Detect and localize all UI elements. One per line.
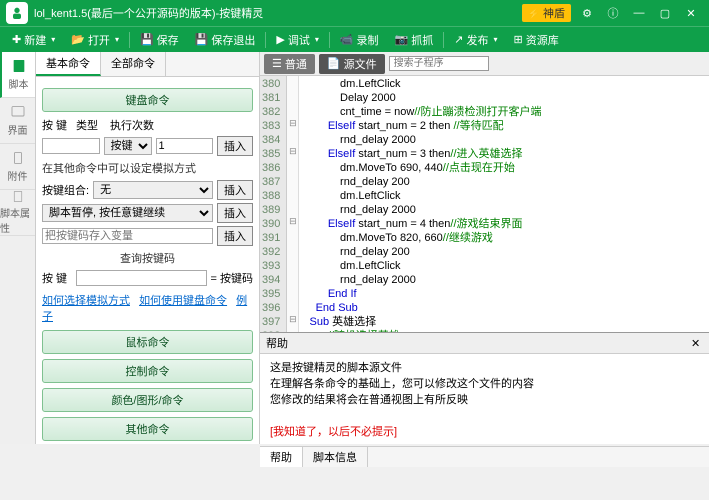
record-button[interactable]: 📹 录制 xyxy=(332,30,387,50)
help-tab-info[interactable]: 脚本信息 xyxy=(303,447,368,467)
close-button[interactable]: ✕ xyxy=(679,3,703,23)
key-input-2[interactable] xyxy=(76,270,207,286)
code-editor[interactable]: 3803813823833843853863873883893903913923… xyxy=(260,76,709,332)
help-tab-help[interactable]: 帮助 xyxy=(260,447,303,467)
cmd-control[interactable]: 控制命令 xyxy=(42,359,253,383)
key-input[interactable] xyxy=(42,138,100,154)
label-type: 类型 xyxy=(76,117,106,133)
link-kb[interactable]: 如何使用键盘命令 xyxy=(139,295,227,307)
sidebar-tab-ui[interactable]: 界面 xyxy=(0,98,35,144)
shield-badge: ⚡ 神盾 xyxy=(522,4,571,22)
editor-tab-source[interactable]: 📄 源文件 xyxy=(319,54,385,74)
sidebar-tab-props[interactable]: 脚本属性 xyxy=(0,190,35,236)
tab-basic-cmd[interactable]: 基本命令 xyxy=(36,52,101,76)
query-key-label: 查询按键码 xyxy=(42,250,253,266)
tab-all-cmd[interactable]: 全部命令 xyxy=(101,52,166,76)
help-line-1: 这是按键精灵的脚本源文件 xyxy=(270,360,699,376)
type-select[interactable]: 按键 xyxy=(104,137,152,155)
help-line-2: 在理解各条命令的基础上，您可以修改这个文件的内容 xyxy=(270,376,699,392)
settings-icon[interactable]: ⚙ xyxy=(575,3,599,23)
sidebar-tab-attach[interactable]: 附件 xyxy=(0,144,35,190)
help-close-icon[interactable]: ✕ xyxy=(691,337,703,349)
debug-button[interactable]: ▶ 调试▾ xyxy=(268,30,326,50)
combo-select[interactable]: 无 xyxy=(93,181,213,199)
label-count: 执行次数 xyxy=(110,117,253,133)
save-exit-button[interactable]: 💾 保存退出 xyxy=(187,30,264,50)
help-text-sim: 在其他命令中可以设定模拟方式 xyxy=(42,160,253,176)
link-sim[interactable]: 如何选择模拟方式 xyxy=(42,295,130,307)
insert-button-3[interactable]: 插入 xyxy=(217,203,253,223)
label-key: 按 键 xyxy=(42,117,72,133)
cmd-keyboard[interactable]: 键盘命令 xyxy=(42,88,253,112)
help-line-3: 您修改的结果将会在普通视图上有所反映 xyxy=(270,392,699,408)
cmd-mouse[interactable]: 鼠标命令 xyxy=(42,330,253,354)
search-subroutine-input[interactable] xyxy=(389,56,489,71)
insert-button-1[interactable]: 插入 xyxy=(217,136,253,156)
save-button[interactable]: 💾 保存 xyxy=(132,30,187,50)
cmd-color[interactable]: 颜色/图形/命令 xyxy=(42,388,253,412)
minimize-button[interactable]: — xyxy=(627,3,651,23)
cmd-other[interactable]: 其他命令 xyxy=(42,417,253,441)
help-title: 帮助 xyxy=(266,335,288,351)
window-title: lol_kent1.5(最后一个公开源码的版本)-按键精灵 xyxy=(34,5,522,21)
label-combo: 按键组合: xyxy=(42,182,89,198)
insert-button-2[interactable]: 插入 xyxy=(217,180,253,200)
label-key2: 按 键 xyxy=(42,270,72,286)
publish-button[interactable]: ↗ 发布▾ xyxy=(446,30,505,50)
sidebar-tab-script[interactable]: 脚本 xyxy=(0,52,35,98)
help-dismiss-link[interactable]: [我知道了，以后不必提示] xyxy=(270,424,699,440)
toolbar: ✚ 新建▾ 📂 打开▾ 💾 保存 💾 保存退出 ▶ 调试▾ 📹 录制 📷 抓抓 … xyxy=(0,26,709,52)
open-button[interactable]: 📂 打开▾ xyxy=(63,30,127,50)
count-input[interactable] xyxy=(156,138,214,154)
resource-button[interactable]: ⊞ 资源库 xyxy=(505,30,566,50)
maximize-button[interactable]: ▢ xyxy=(653,3,677,23)
editor-tab-normal[interactable]: ☰ 普通 xyxy=(264,54,315,74)
app-icon xyxy=(6,2,28,24)
insert-button-4[interactable]: 插入 xyxy=(217,226,253,246)
info-icon[interactable]: ⓘ xyxy=(601,3,625,23)
pause-select[interactable]: 脚本暂停, 按任意键继续 xyxy=(42,204,213,222)
eq-keycode: = 按键码 xyxy=(211,270,253,286)
new-button[interactable]: ✚ 新建▾ xyxy=(4,30,63,50)
savevar-input[interactable] xyxy=(42,228,213,244)
capture-button[interactable]: 📷 抓抓 xyxy=(387,30,442,50)
